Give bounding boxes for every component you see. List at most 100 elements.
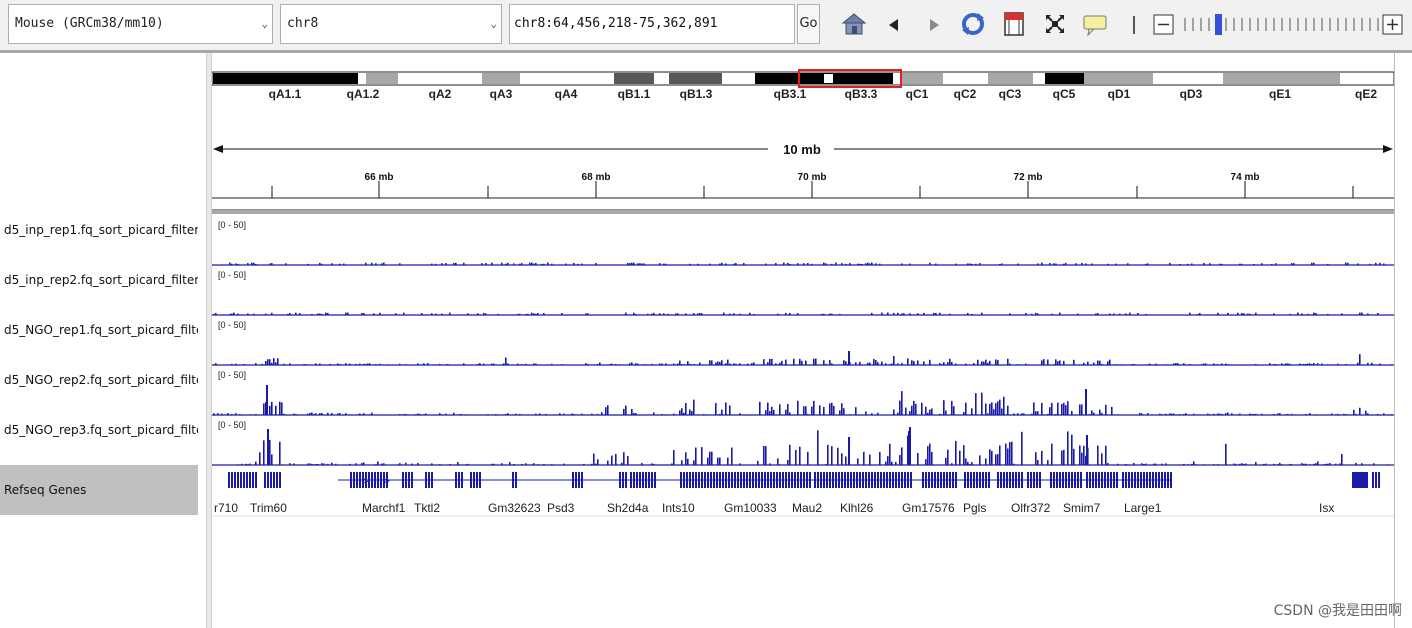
coverage-bar bbox=[1221, 263, 1223, 265]
coverage-bar bbox=[999, 445, 1001, 465]
coverage-bar bbox=[559, 413, 561, 415]
gene-exon bbox=[374, 472, 376, 488]
home-icon[interactable] bbox=[840, 10, 868, 38]
coverage-bar bbox=[893, 355, 895, 365]
coverage-bar bbox=[327, 312, 329, 315]
track-name-ngo-rep3[interactable]: d5_NGO_rep3.fq_sort_picard_filter.bam bbox=[4, 423, 198, 437]
coverage-bar bbox=[1391, 414, 1393, 415]
coverage-bar bbox=[243, 364, 245, 365]
gene-exon bbox=[731, 472, 733, 488]
coverage-bar bbox=[1217, 464, 1219, 465]
track-name-ngo-rep2[interactable]: d5_NGO_rep2.fq_sort_picard_filter.bam bbox=[4, 373, 198, 387]
coverage-bar bbox=[327, 412, 329, 415]
coverage-bar bbox=[561, 313, 563, 315]
coverage-bar bbox=[421, 313, 423, 315]
coverage-bar bbox=[1049, 407, 1051, 415]
coverage-bar bbox=[253, 262, 255, 265]
coverage-bar bbox=[775, 363, 777, 365]
coverage-bar bbox=[633, 312, 635, 315]
coverage-bar bbox=[1379, 262, 1381, 265]
coverage-bar bbox=[1007, 358, 1009, 365]
coverage-bar bbox=[1063, 449, 1065, 465]
coverage-bar bbox=[349, 463, 351, 465]
coverage-bar bbox=[415, 414, 417, 415]
coverage-bar bbox=[1185, 413, 1187, 415]
coverage-bar bbox=[359, 413, 361, 415]
coverage-track-5: [0 - 50] bbox=[212, 420, 1394, 466]
coverage-bar bbox=[753, 362, 755, 365]
coverage-bar bbox=[505, 413, 507, 415]
coverage-bar bbox=[255, 263, 257, 265]
refseq-genes-track-name[interactable]: Refseq Genes bbox=[0, 465, 198, 515]
coverage-bar bbox=[577, 263, 579, 265]
coverage-bar bbox=[1031, 313, 1033, 315]
coverage-bar bbox=[1345, 414, 1347, 415]
gene-exon bbox=[713, 472, 715, 488]
coverage-bar bbox=[1245, 364, 1247, 365]
coverage-bar bbox=[379, 414, 381, 415]
coverage-bar bbox=[831, 363, 833, 365]
data-panel[interactable]: qA1.1 qA1.2 qA2 qA3 qA4 qB1.1 qB1.3 qB3.1 qB3.3 q… bbox=[212, 53, 1394, 628]
gene-exon bbox=[683, 472, 685, 488]
gene-exon bbox=[826, 472, 828, 488]
coverage-bar bbox=[797, 313, 799, 315]
coverage-bar bbox=[1197, 313, 1199, 315]
coverage-bar bbox=[1089, 414, 1091, 415]
gene-exon bbox=[829, 472, 831, 488]
forward-arrow-icon[interactable] bbox=[920, 10, 948, 38]
coverage-bar bbox=[993, 409, 995, 415]
coverage-bar bbox=[631, 408, 633, 415]
coverage-bar bbox=[1107, 263, 1109, 265]
coverage-bar bbox=[981, 361, 983, 365]
coverage-bar bbox=[235, 413, 237, 415]
coverage-bar bbox=[1175, 363, 1177, 365]
coverage-bar bbox=[1221, 413, 1223, 415]
coverage-bar bbox=[1289, 313, 1291, 315]
coverage-bar bbox=[833, 405, 835, 415]
chromosome-dropdown[interactable]: chr8 ⌄ bbox=[280, 4, 502, 44]
coverage-bar bbox=[1115, 263, 1117, 265]
gene-exon bbox=[725, 472, 727, 488]
coverage-bar bbox=[739, 363, 741, 365]
refresh-icon[interactable] bbox=[959, 10, 987, 38]
gene-exon bbox=[512, 472, 514, 488]
track-name-ngo-rep1[interactable]: d5_NGO_rep1.fq_sort_picard_filter.bam bbox=[4, 323, 198, 337]
gene-exon bbox=[1012, 472, 1014, 488]
back-arrow-icon[interactable] bbox=[880, 10, 908, 38]
coverage-bar bbox=[969, 463, 971, 465]
zoom-slider[interactable] bbox=[1130, 0, 1412, 50]
gene-exon bbox=[1000, 472, 1002, 488]
coverage-bar bbox=[929, 359, 931, 365]
gene-exon bbox=[779, 472, 781, 488]
ideogram-band bbox=[943, 73, 988, 84]
coverage-bar bbox=[1147, 364, 1149, 365]
coverage-bar bbox=[439, 363, 441, 365]
gene-exon bbox=[1140, 472, 1142, 488]
gene-exon bbox=[710, 472, 712, 488]
fit-to-window-icon[interactable] bbox=[1041, 10, 1069, 38]
coverage-bar bbox=[445, 263, 447, 265]
coverage-bar bbox=[899, 455, 901, 465]
coverage-bar bbox=[1255, 312, 1257, 315]
coverage-bar bbox=[237, 313, 239, 315]
coverage-bar bbox=[661, 363, 663, 365]
coverage-bar bbox=[1359, 354, 1361, 365]
coverage-bar bbox=[1033, 402, 1035, 415]
coverage-bar bbox=[725, 402, 727, 415]
track-name-inp-rep2[interactable]: d5_inp_rep2.fq_sort_picard_filter.bam bbox=[4, 273, 198, 287]
gene-exon bbox=[1352, 472, 1368, 488]
gene-exon bbox=[841, 472, 843, 488]
genome-dropdown[interactable]: Mouse (GRCm38/mm10) ⌄ bbox=[8, 4, 273, 44]
coverage-bar bbox=[247, 464, 249, 465]
coverage-bar bbox=[295, 413, 297, 415]
coverage-bar bbox=[1113, 313, 1115, 315]
coverage-bar bbox=[619, 364, 621, 365]
track-name-inp-rep1[interactable]: d5_inp_rep1.fq_sort_picard_filter.bam bbox=[4, 223, 198, 237]
coverage-bar bbox=[377, 461, 379, 465]
gene-exon bbox=[1107, 472, 1109, 488]
go-button[interactable]: Go bbox=[797, 4, 820, 44]
region-of-interest-icon[interactable] bbox=[1000, 10, 1028, 38]
speech-bubble-icon[interactable] bbox=[1081, 10, 1109, 38]
locus-input[interactable]: chr8:64,456,218-75,362,891 bbox=[509, 4, 795, 44]
coverage-bar bbox=[1149, 363, 1151, 365]
